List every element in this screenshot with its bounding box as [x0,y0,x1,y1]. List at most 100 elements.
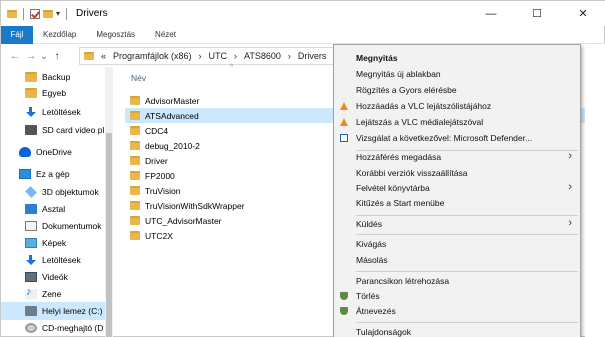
menu-item-open[interactable]: Megnyitás [335,50,581,66]
menu-item-pin-start[interactable]: Kitűzés a Start menübe [335,195,581,211]
menu-item-vlc-add-playlist[interactable]: Hozzáadás a VLC lejátszólistájához [335,98,581,114]
forward-button[interactable]: → [23,51,39,62]
minimize-button[interactable]: — [468,1,514,26]
menu-item-give-access[interactable]: Hozzáférés megadása › [335,149,581,165]
sidebar-item-local-disk-c[interactable]: Helyi lemez (C:) [1,302,105,320]
close-button[interactable]: ✕ [560,1,605,26]
sidebar-item-music[interactable]: Zene [25,285,129,303]
breadcrumb-drivers[interactable]: Drivers [298,51,327,61]
menu-item-label: Hozzáférés megadása [356,152,442,162]
desktop-icon [25,204,37,214]
file-name: UTC_AdvisorMaster [145,215,222,226]
sidebar-item-egyeb[interactable]: Egyeb [25,84,129,102]
folder-icon [84,52,94,60]
sidebar-item-sd-card[interactable]: SD card video pl [25,121,129,139]
folder-icon [130,156,140,165]
maximize-button[interactable]: ☐ [514,1,560,26]
tab-share[interactable]: Megosztás [86,26,145,44]
folder-icon [130,216,140,225]
menu-item-label: Vizsgálat a következővel: Microsoft Defe… [356,133,533,143]
sidebar-scrollbar-thumb[interactable] [106,133,112,337]
menu-item-create-shortcut[interactable]: Parancsikon létrehozása [335,273,581,289]
sidebar-item-label: Zene [42,289,62,299]
breadcrumb-ats8600[interactable]: ATS8600 [244,51,281,61]
folder-icon [130,186,140,195]
breadcrumb-separator[interactable]: › [234,51,237,61]
tab-view[interactable]: Nézet [145,26,186,44]
sidebar-item-label: Backup [42,72,71,82]
back-button[interactable]: ← [7,51,23,62]
toolbar-divider [23,7,24,20]
breadcrumb-program-files[interactable]: Programfájlok (x86) [113,51,192,61]
submenu-arrow-icon: › [568,150,572,162]
sidebar-item-pictures[interactable]: Képek [25,234,129,252]
onedrive-icon [19,147,31,157]
menu-item-vlc-play[interactable]: Lejátszás a VLC médialejátszóval [335,114,581,130]
menu-item-include-library[interactable]: Felvétel könyvtárba › [335,180,581,196]
explorer-window: ▾ Drivers — ☐ ✕ Fájl Kezdőlap Megosztás … [0,0,605,337]
file-name: AdvisorMaster [145,95,200,106]
file-name: TruVisionWithSdkWrapper [145,200,245,211]
menu-divider [356,234,578,235]
breadcrumb-utc[interactable]: UTC [209,51,228,61]
file-name: CDC4 [145,125,169,136]
menu-item-label: Felvétel könyvtárba [356,183,430,193]
menu-item-restore-versions[interactable]: Korábbi verziók visszaállítása [335,165,581,181]
tab-home[interactable]: Kezdőlap [33,26,86,44]
menu-item-open-new-window[interactable]: Megnyitás új ablakban [335,66,581,82]
tab-file[interactable]: Fájl [1,25,33,44]
sidebar-item-label: Letöltések [42,255,81,265]
sidebar-item-label: Egyeb [42,88,67,98]
sidebar-item-downloads[interactable]: Letöltések [25,251,129,269]
toolbar-divider [66,7,68,20]
menu-item-properties[interactable]: Tulajdonságok [335,324,581,337]
defender-icon [340,134,348,142]
folder-icon [25,72,37,82]
window-controls: — ☐ ✕ [468,1,605,26]
menu-item-defender-scan[interactable]: Vizsgálat a következővel: Microsoft Defe… [335,130,581,146]
properties-icon[interactable] [30,8,40,19]
breadcrumb-overflow[interactable]: « [101,51,106,61]
breadcrumb-separator[interactable]: › [288,51,291,61]
submenu-arrow-icon: › [568,181,572,193]
menu-item-delete[interactable]: Törlés [335,288,581,304]
menu-item-send-to[interactable]: Küldés › [335,216,581,232]
sidebar-item-label: Ez a gép [36,169,70,179]
menu-item-rename[interactable]: Átnevezés [335,303,581,319]
sidebar-item-documents[interactable]: Dokumentumok [25,217,129,235]
sidebar-scrollbar[interactable] [105,67,113,337]
folder-icon [130,126,140,135]
filelist-scrollbar[interactable] [585,44,605,337]
customize-quick-access-icon[interactable]: ▾ [56,9,60,18]
cd-drive-icon [25,323,37,333]
sidebar-item-videos[interactable]: Videók [25,268,129,286]
context-menu: Megnyitás Megnyitás új ablakban Rögzítés… [333,44,581,337]
window-title: Drivers [76,8,108,19]
new-folder-icon[interactable] [43,9,53,18]
sidebar-item-desktop[interactable]: Asztal [25,200,129,218]
sidebar-item-3d-objects[interactable]: 3D objektumok [25,183,129,201]
submenu-arrow-icon: › [568,217,572,229]
shield-icon [340,292,348,300]
folder-icon [130,201,140,210]
navigation-pane: Backup Egyeb Letöltések SD card video pl… [1,67,113,337]
breadcrumb-separator[interactable]: › [199,51,202,61]
sd-card-icon [25,125,37,135]
up-button[interactable]: ↑ [49,51,65,62]
sidebar-item-downloads-quick[interactable]: Letöltések [25,103,129,121]
menu-item-pin-quick-access[interactable]: Rögzítés a Gyors elérésbe [335,82,581,98]
quick-access-toolbar: ▾ [1,7,70,20]
sort-indicator: ^ [230,64,234,71]
sidebar-item-cd-drive[interactable]: CD-meghajtó (D [25,319,129,337]
download-icon [25,107,37,117]
sidebar-item-label: Helyi lemez (C:) [42,306,103,316]
videos-icon [25,272,37,282]
menu-item-copy[interactable]: Másolás [335,252,581,268]
title-bar: ▾ Drivers — ☐ ✕ [1,1,605,26]
column-header-name[interactable]: Név [131,73,146,83]
menu-item-cut[interactable]: Kivágás [335,236,581,252]
sidebar-item-label: 3D objektumok [42,187,99,197]
sidebar-item-label: Dokumentumok [42,221,102,231]
recent-locations-button[interactable]: ⌄ [39,51,49,62]
music-icon [25,286,37,299]
